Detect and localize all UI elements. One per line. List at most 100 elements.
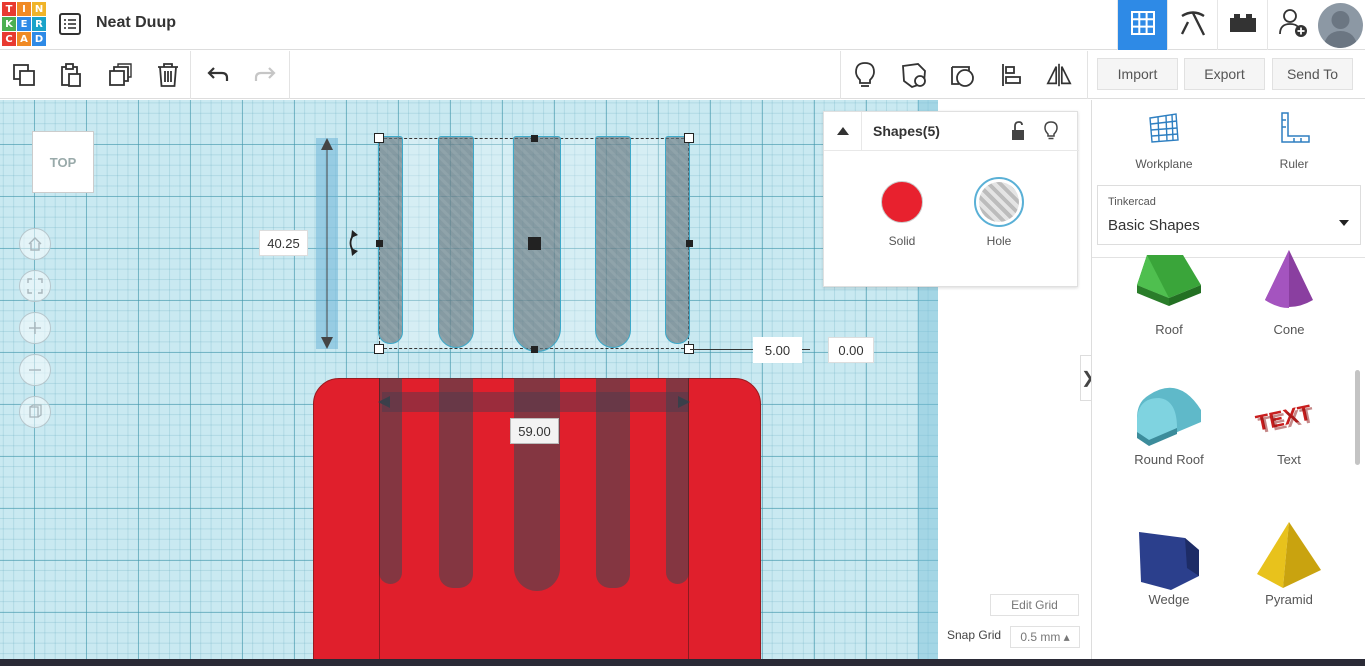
box-guide-line [379, 378, 380, 666]
send-to-button[interactable]: Send To [1272, 58, 1353, 90]
shape-text[interactable]: TEXT TEXT Text [1234, 380, 1344, 467]
corner-resize-handle[interactable] [374, 133, 384, 143]
shape-roof[interactable]: Roof [1114, 250, 1224, 337]
hole-swatch[interactable] [974, 177, 1024, 227]
offset-dimension-input[interactable]: 5.00 [753, 337, 802, 363]
bricks-view-button[interactable] [1217, 0, 1267, 50]
shape-label: Wedge [1148, 592, 1190, 607]
home-view-button[interactable] [19, 228, 51, 260]
zoom-out-button[interactable] [19, 354, 51, 386]
grid-view-icon [1130, 10, 1156, 41]
fit-view-button[interactable] [19, 270, 51, 302]
import-button[interactable]: Import [1097, 58, 1178, 90]
mirror-icon[interactable] [1045, 61, 1073, 89]
elevation-dimension-input[interactable]: 0.00 [828, 337, 874, 363]
solid-color-swatch[interactable] [881, 181, 923, 223]
wedge-shape-icon [1139, 532, 1199, 590]
unlock-icon[interactable] [1010, 121, 1026, 146]
logo-letter: I [17, 2, 31, 16]
redo-icon[interactable] [251, 61, 279, 89]
delete-icon[interactable] [154, 61, 182, 89]
library-name: Basic Shapes [1108, 217, 1200, 234]
toolbar-divider [840, 51, 841, 99]
zoom-in-icon [29, 322, 41, 334]
ortho-icon [29, 404, 42, 418]
invite-user-button[interactable] [1267, 0, 1317, 50]
corner-resize-handle[interactable] [684, 133, 694, 143]
solid-label: Solid [888, 234, 916, 248]
hole-cylinder-shape[interactable] [595, 136, 631, 348]
shape-round-roof[interactable]: Round Roof [1114, 380, 1224, 467]
logo-letter: N [32, 2, 46, 16]
logo-letter: C [2, 32, 16, 46]
blocks-view-button[interactable] [1167, 0, 1217, 50]
paste-icon[interactable] [57, 61, 85, 89]
hole-pattern [979, 182, 1019, 222]
snap-grid-label: Snap Grid [947, 628, 1002, 642]
copy-icon[interactable] [10, 61, 38, 89]
inspector-title: Shapes(5) [873, 123, 940, 139]
tinkercad-logo[interactable]: T I N K E R C A D [2, 2, 46, 47]
collapse-inspector-icon[interactable] [824, 112, 862, 150]
workplane-label: Workplane [1135, 157, 1193, 171]
edge-resize-handle[interactable] [376, 240, 383, 247]
height-dimension-input[interactable]: 40.25 [259, 230, 308, 256]
rotate-handle-icon[interactable] [345, 230, 363, 261]
edge-resize-handle[interactable] [686, 240, 693, 247]
duplicate-icon[interactable] [106, 61, 134, 89]
text-shape-icon: TEXTTEXT [1253, 400, 1316, 439]
zoom-in-button[interactable] [19, 312, 51, 344]
cone-shape-icon [1265, 250, 1313, 308]
round-roof-shape-icon [1137, 387, 1201, 446]
align-icon[interactable] [998, 61, 1026, 89]
hole-cylinder-shape[interactable] [438, 136, 474, 348]
toolbar-divider [190, 51, 191, 99]
grid-view-button[interactable] [1117, 0, 1167, 50]
visibility-bulb-icon[interactable] [1043, 120, 1059, 145]
shape-pyramid[interactable]: Pyramid [1234, 520, 1344, 607]
panel-scrollbar[interactable] [1355, 370, 1360, 465]
inspector-divider [824, 150, 1079, 151]
lightbulb-icon[interactable] [851, 61, 879, 89]
edit-grid-label: Edit Grid [1011, 598, 1058, 612]
undo-icon[interactable] [204, 61, 232, 89]
workplane-viewport[interactable]: TOP 59.00 40.25 5.00 0.00 [0, 100, 938, 666]
shape-label: Cone [1273, 322, 1305, 337]
edit-grid-button-visible[interactable]: Edit Grid [990, 594, 1079, 616]
ruler-tool[interactable]: Ruler [1244, 110, 1344, 171]
logo-letter: A [17, 32, 31, 46]
export-button[interactable]: Export [1184, 58, 1265, 90]
home-icon [28, 237, 42, 251]
shape-wedge[interactable]: Wedge [1114, 520, 1224, 607]
note-icon[interactable] [900, 61, 928, 89]
shape-library-select[interactable]: Tinkercad Basic Shapes [1097, 185, 1361, 245]
workplane-shape-icon[interactable] [949, 61, 977, 89]
width-dimension-input[interactable]: 59.00 [510, 418, 559, 444]
shape-inspector: Shapes(5) Solid Hole [823, 111, 1079, 287]
toolbar-divider [289, 51, 290, 99]
shape-label: Text [1277, 452, 1301, 467]
design-list-icon[interactable] [59, 13, 81, 35]
user-avatar[interactable] [1318, 3, 1363, 48]
fit-icon [27, 278, 43, 294]
edge-resize-handle[interactable] [531, 346, 538, 353]
design-title[interactable]: Neat Duup [96, 14, 176, 32]
shape-label: Roof [1155, 322, 1183, 337]
dropdown-arrow-icon [1338, 214, 1350, 232]
edge-resize-handle[interactable] [531, 135, 538, 142]
shapes-panel: Workplane Ruler Tinkercad Basic Shapes R… [1091, 100, 1365, 666]
snap-grid-select[interactable]: 0.5 mm ▴ [1010, 626, 1080, 648]
view-cube-label: TOP [49, 154, 77, 170]
zoom-out-icon [29, 369, 41, 371]
ortho-view-button[interactable] [19, 396, 51, 428]
corner-resize-handle[interactable] [374, 344, 384, 354]
view-cube[interactable]: TOP [32, 131, 94, 193]
edit-toolbar: Import Export Send To [0, 51, 1365, 99]
workplane-icon [1149, 113, 1179, 143]
logo-letter: D [32, 32, 46, 46]
taskbar-strip [0, 659, 1365, 666]
workplane-tool[interactable]: Workplane [1114, 110, 1214, 171]
shape-label: Round Roof [1134, 452, 1204, 467]
shape-cone[interactable]: Cone [1234, 250, 1344, 337]
center-handle[interactable] [528, 237, 541, 250]
